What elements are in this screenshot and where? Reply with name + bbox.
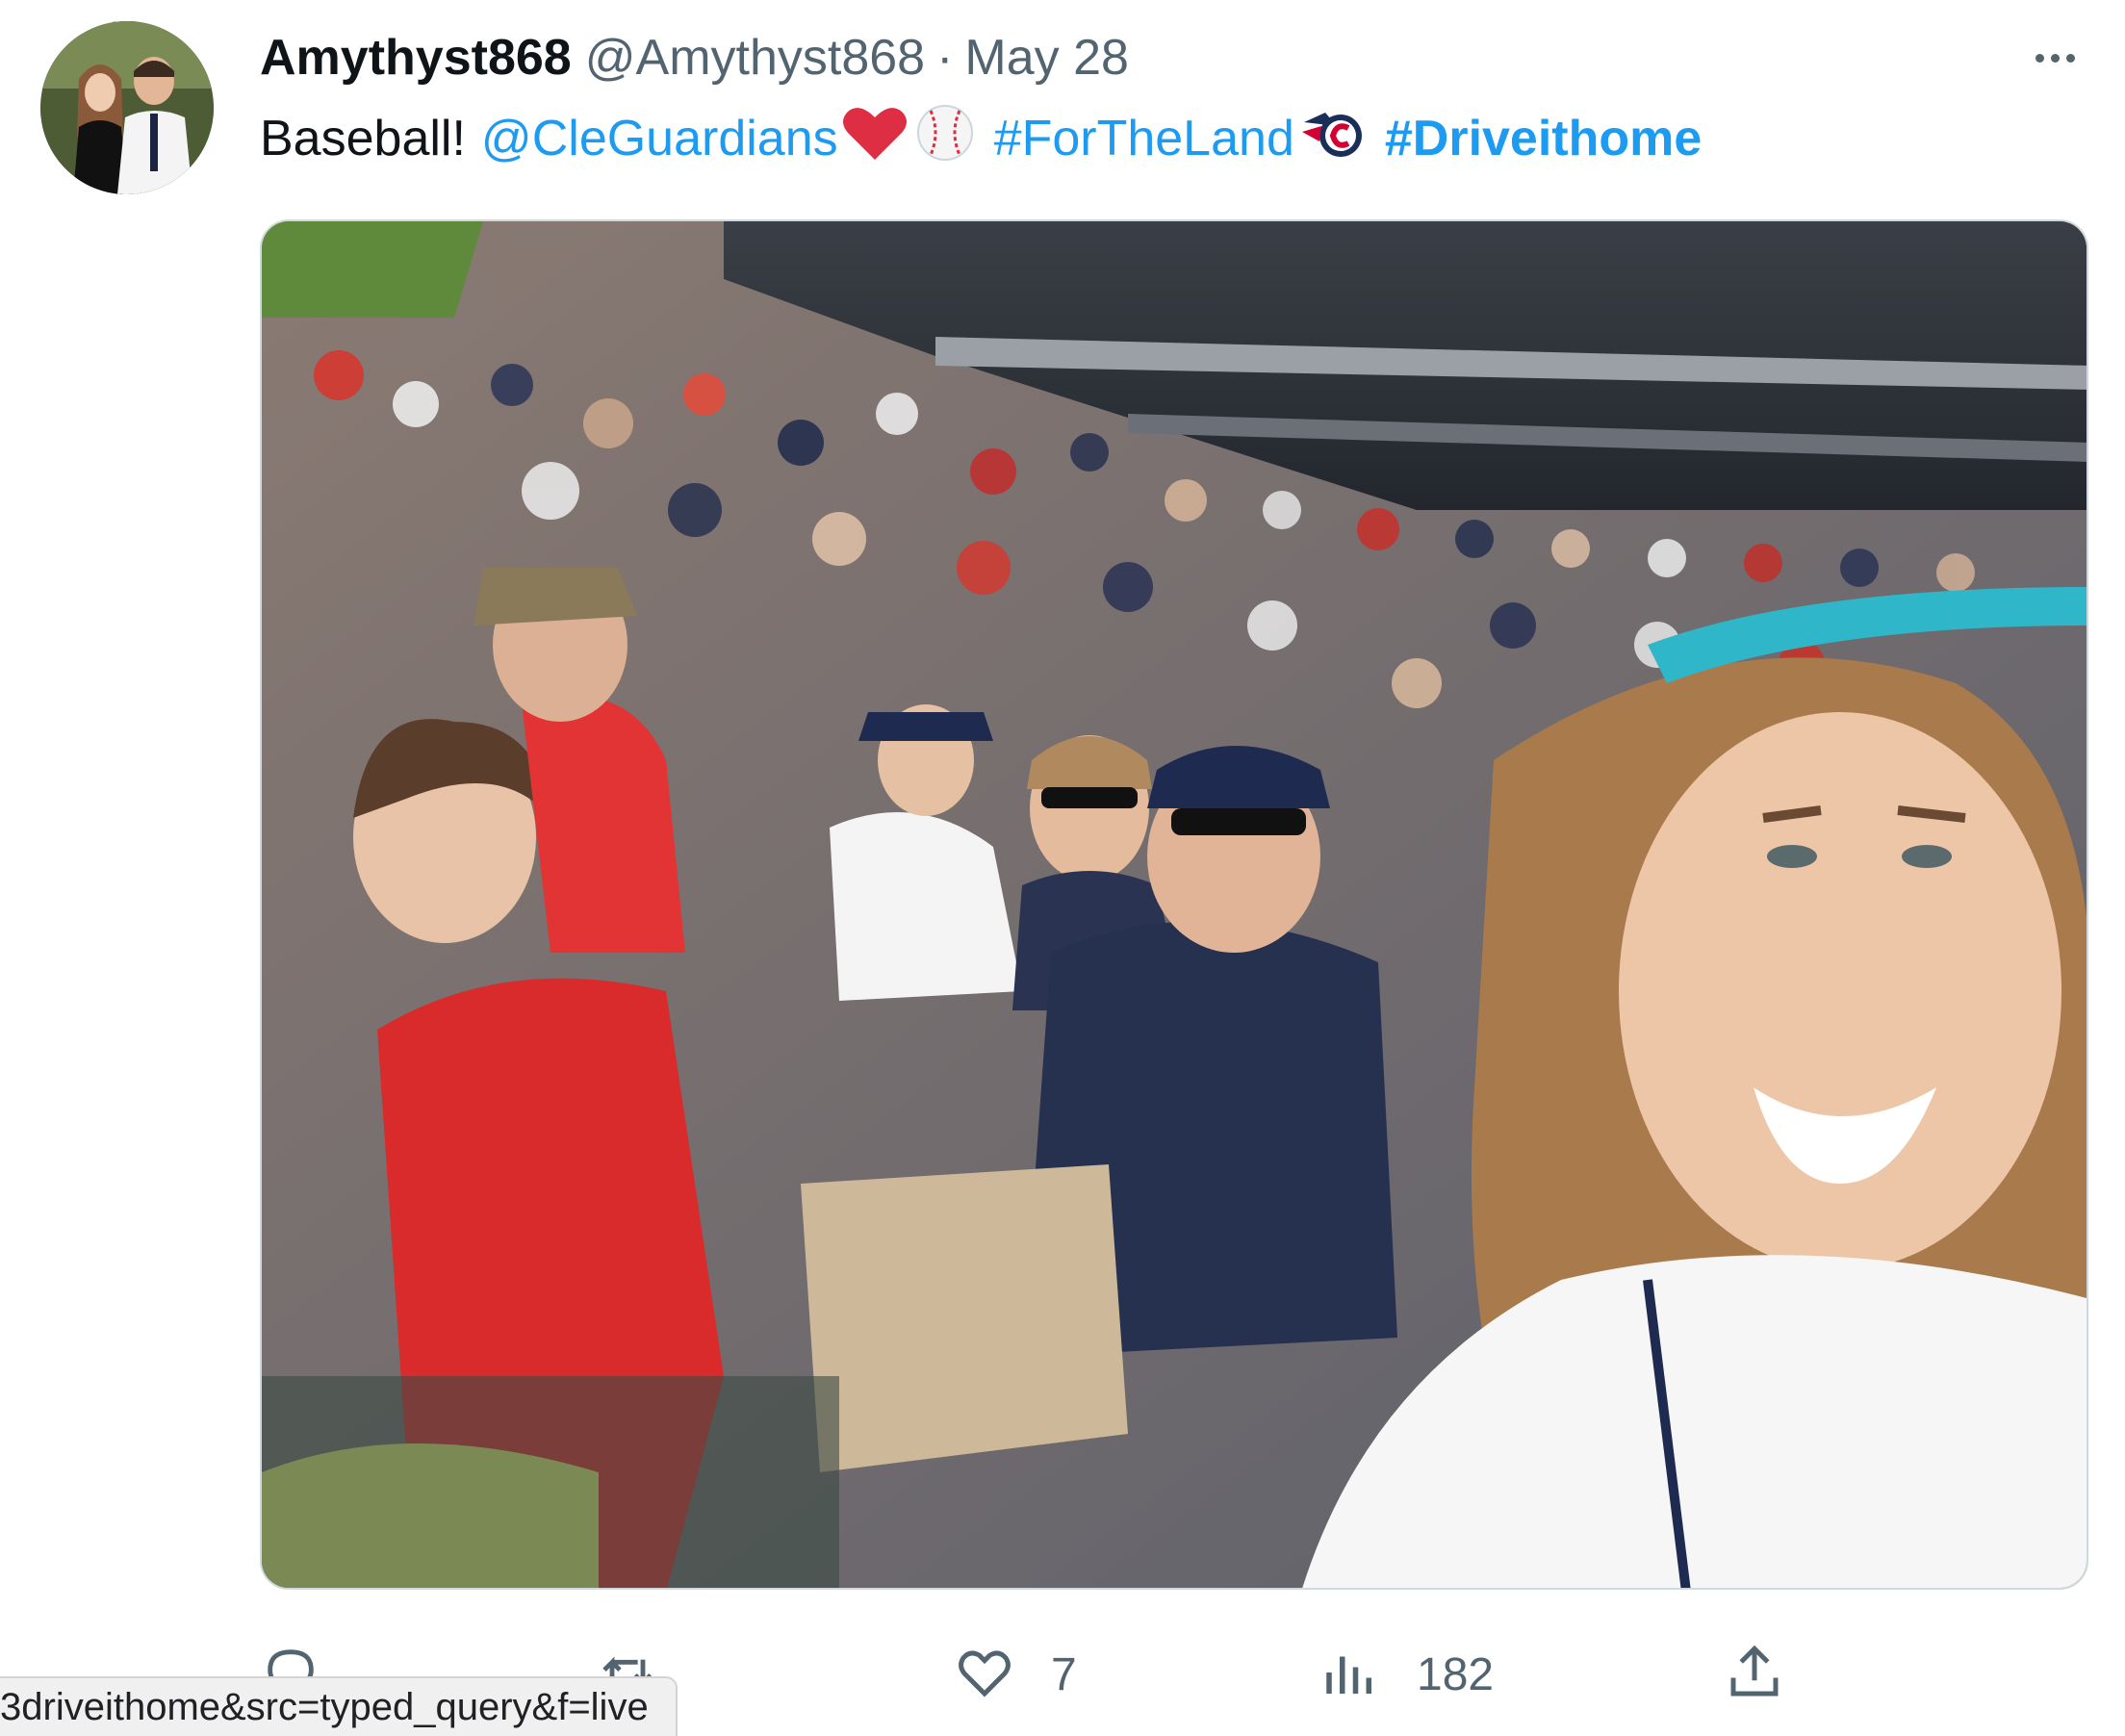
- user-handle[interactable]: @Amythyst868: [585, 29, 925, 87]
- tweet-text-lead: Baseball!: [260, 111, 466, 166]
- views-icon: [1319, 1641, 1382, 1709]
- share-icon: [1723, 1641, 1786, 1709]
- like-button[interactable]: 7: [953, 1636, 1077, 1713]
- avatar-image: [40, 21, 214, 194]
- more-dot-icon: [2035, 53, 2044, 63]
- display-name[interactable]: Amythyst868: [260, 29, 572, 87]
- views-count: 182: [1417, 1648, 1495, 1700]
- status-bar-url: 3driveithome&src=typed_query&f=live: [0, 1676, 678, 1736]
- guardians-logo-icon: [1298, 103, 1366, 175]
- like-count: 7: [1051, 1648, 1077, 1700]
- header-separator: ·: [936, 30, 954, 86]
- author-avatar[interactable]: [40, 21, 214, 194]
- tweet-photo[interactable]: [260, 219, 2088, 1590]
- tweet-text: Baseball! @CleGuardians #ForTheLand #Dri…: [260, 104, 1702, 173]
- more-dot-icon: [2065, 53, 2075, 63]
- tweet-date[interactable]: May 28: [964, 29, 1129, 87]
- mention-link[interactable]: @CleGuardians: [481, 110, 838, 167]
- red-heart-icon: [842, 104, 908, 174]
- more-options-button[interactable]: [2021, 38, 2088, 77]
- stadium-selfie-image: [262, 221, 2087, 1588]
- tweet-header: Amythyst868 @Amythyst868 · May 28: [260, 27, 1129, 89]
- share-button[interactable]: [1723, 1636, 1786, 1713]
- baseball-icon: [915, 103, 975, 175]
- views-button[interactable]: 182: [1319, 1636, 1494, 1713]
- hashtag-link-fortheland[interactable]: #ForTheLand: [994, 110, 1294, 167]
- hashtag-link-driveithome[interactable]: #Driveithome: [1385, 110, 1702, 167]
- more-dot-icon: [2050, 53, 2060, 63]
- heart-icon: [953, 1641, 1016, 1709]
